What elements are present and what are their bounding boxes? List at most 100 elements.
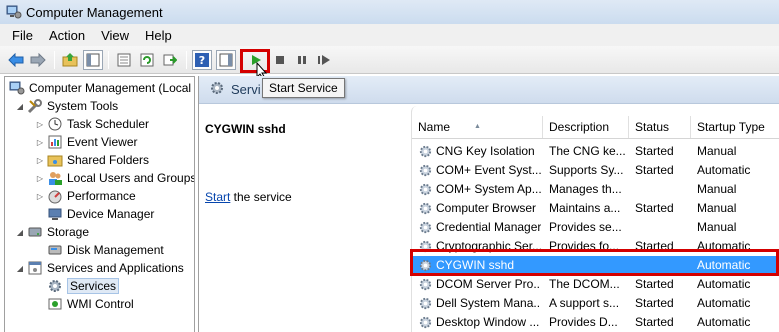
service-startup-cell: Automatic (697, 258, 751, 272)
service-description-cell: The DCOM... (549, 277, 620, 291)
service-status-cell (635, 218, 691, 237)
tree-item-disk-management[interactable]: Disk Management (47, 241, 164, 259)
service-startup-cell: Manual (697, 220, 737, 234)
gear-icon (419, 316, 432, 329)
refresh-button[interactable] (137, 50, 157, 70)
tree-item-event-viewer[interactable]: ▷ Event Viewer (35, 133, 138, 151)
tree-item-system-tools[interactable]: ◢ System Tools (15, 97, 118, 115)
menu-help[interactable]: Help (137, 28, 180, 43)
service-status-cell: Started (635, 296, 674, 310)
tree-item-computer-management[interactable]: Computer Management (Local (9, 79, 191, 97)
menu-view[interactable]: View (93, 28, 137, 43)
storage-icon (27, 224, 43, 240)
svg-text:?: ? (199, 54, 205, 67)
service-row[interactable]: CYGWIN sshd Automatic (412, 256, 779, 275)
service-row[interactable]: Cryptographic Ser... Provides fo... Starte… (412, 237, 779, 256)
service-action: Start the service (205, 190, 292, 204)
stop-service-button[interactable] (270, 50, 290, 70)
service-status-cell: Started (635, 239, 674, 253)
service-status-cell (635, 256, 691, 275)
forward-button[interactable] (28, 50, 48, 70)
column-header-startup-type[interactable]: Startup Type (691, 116, 779, 138)
pause-service-button[interactable] (292, 50, 312, 70)
service-description-cell: Provides se... (549, 220, 622, 234)
up-folder-icon (62, 53, 78, 67)
tree-item-label: Local Users and Groups (67, 171, 195, 185)
show-action-pane-button[interactable] (216, 50, 236, 70)
service-name-cell: COM+ System Ap... (436, 182, 541, 196)
service-row[interactable]: Credential Manager Provides se... Manual (412, 218, 779, 237)
gear-icon (47, 278, 63, 294)
service-row[interactable]: COM+ Event Syst... Supports Sy... Started A… (412, 161, 779, 180)
tree-item-device-manager[interactable]: Device Manager (47, 205, 154, 223)
service-description-cell: Maintains a... (549, 201, 621, 215)
pause-service-icon (298, 56, 306, 64)
expand-arrow-icon[interactable]: ▷ (35, 155, 45, 165)
column-header-status[interactable]: Status (629, 116, 691, 138)
service-description-cell: Provides D... (549, 315, 618, 329)
properties-button[interactable] (114, 50, 134, 70)
services-panel: Servi CYGWIN sshd Start the service Name… (198, 76, 779, 332)
service-name-cell: COM+ Event Syst... (436, 163, 541, 177)
title-bar: Computer Management (0, 0, 779, 24)
event-viewer-icon (47, 134, 63, 150)
tree-item-services[interactable]: Services (47, 277, 120, 295)
tree-item-shared-folders[interactable]: ▷ Shared Folders (35, 151, 149, 169)
tree-item-task-scheduler[interactable]: ▷ Task Scheduler (35, 115, 149, 133)
tree-item-services-applications[interactable]: ◢ Services and Applications (15, 259, 184, 277)
tree-item-local-users[interactable]: ▷ Local Users and Groups (35, 169, 195, 187)
expand-arrow-icon[interactable]: ▷ (35, 191, 45, 201)
stop-service-icon (276, 56, 284, 64)
shared-folder-icon (47, 152, 63, 168)
show-hide-tree-icon (86, 53, 100, 67)
gear-icon (419, 202, 432, 215)
tree-item-label: Device Manager (67, 207, 155, 221)
tree-item-wmi-control[interactable]: WMI Control (47, 295, 134, 313)
menu-bar: File Action View Help (0, 24, 779, 46)
column-header-name[interactable]: Name ▲ (412, 116, 543, 138)
service-row[interactable]: Computer Browser Maintains a... Started Man… (412, 199, 779, 218)
service-startup-cell: Manual (697, 182, 737, 196)
selected-service-name: CYGWIN sshd (205, 122, 286, 136)
help-button[interactable]: ? (192, 50, 212, 70)
expand-arrow-icon[interactable]: ▷ (35, 173, 45, 183)
help-icon: ? (195, 53, 209, 67)
collapse-arrow-icon[interactable]: ◢ (15, 263, 25, 273)
restart-service-button[interactable] (314, 50, 334, 70)
tree-item-performance[interactable]: ▷ Performance (35, 187, 136, 205)
service-startup-cell: Automatic (697, 163, 751, 177)
gear-icon (419, 259, 432, 272)
back-button[interactable] (6, 50, 26, 70)
service-row[interactable]: Desktop Window ... Provides D... Started Au… (412, 313, 779, 332)
service-name-cell: Credential Manager (436, 220, 541, 234)
service-row[interactable]: DCOM Server Pro... The DCOM... Started Auto… (412, 275, 779, 294)
gear-icon (419, 145, 432, 158)
show-hide-tree-button[interactable] (83, 50, 103, 70)
tree-item-storage[interactable]: ◢ Storage (15, 223, 89, 241)
column-header-description[interactable]: Description (543, 116, 629, 138)
service-row[interactable]: Dell System Mana... A support s... Started… (412, 294, 779, 313)
service-startup-cell: Automatic (697, 315, 751, 329)
service-status-cell: Started (635, 315, 674, 329)
expand-arrow-icon[interactable]: ▷ (35, 137, 45, 147)
service-status-cell: Started (635, 144, 674, 158)
computer-management-icon (6, 4, 22, 20)
collapse-arrow-icon[interactable]: ◢ (15, 227, 25, 237)
up-folder-button[interactable] (60, 50, 80, 70)
start-service-link[interactable]: Start (205, 190, 230, 204)
service-row[interactable]: CNG Key Isolation The CNG ke... Started Man… (412, 142, 779, 161)
gear-icon (419, 221, 432, 234)
export-list-button[interactable] (160, 50, 180, 70)
service-startup-cell: Automatic (697, 239, 751, 253)
users-icon (47, 170, 63, 186)
menu-action[interactable]: Action (41, 28, 93, 43)
tree-item-label: Event Viewer (67, 135, 138, 149)
expand-arrow-icon[interactable]: ▷ (35, 119, 45, 129)
wmi-icon (47, 296, 63, 312)
panel-title: Servi (231, 82, 261, 97)
menu-file[interactable]: File (4, 28, 41, 43)
service-action-text: the service (230, 190, 292, 204)
collapse-arrow-icon[interactable]: ◢ (15, 101, 25, 111)
tree-item-label: Disk Management (67, 243, 164, 257)
service-row[interactable]: COM+ System Ap... Manages th... Manual (412, 180, 779, 199)
